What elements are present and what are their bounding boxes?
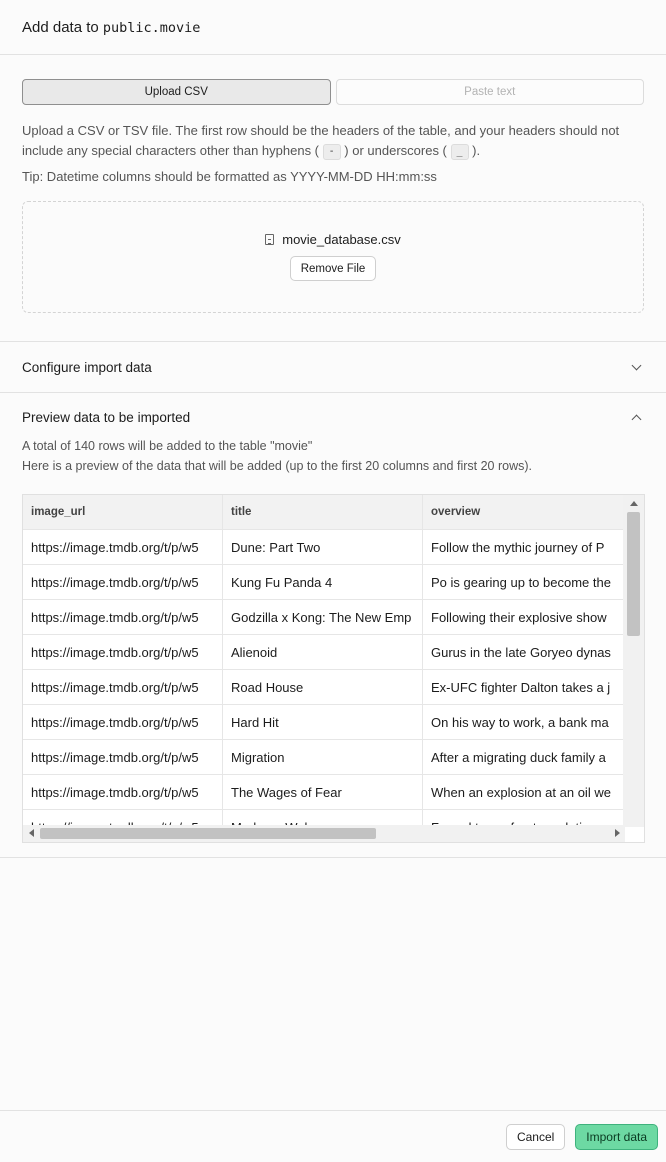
preview-title: Preview data to be imported [22, 410, 191, 425]
remove-file-button[interactable]: Remove File [289, 256, 377, 281]
table-row: https://image.tmdb.org/t/p/w5 Dune: Part… [23, 530, 623, 565]
preview-info: A total of 140 rows will be added to the… [22, 436, 644, 476]
horizontal-scrollbar[interactable] [23, 825, 625, 842]
table-cell: https://image.tmdb.org/t/p/w5 [23, 565, 223, 599]
table-cell: Kung Fu Panda 4 [223, 565, 423, 599]
dialog-footer: Cancel Import data [0, 1110, 666, 1162]
tab-paste-text[interactable]: Paste text [335, 79, 644, 105]
table-row: https://image.tmdb.org/t/p/w5 Migration … [23, 740, 623, 775]
table-row: https://image.tmdb.org/t/p/w5 Hard Hit O… [23, 705, 623, 740]
table-cell: https://image.tmdb.org/t/p/w5 [23, 600, 223, 634]
table-row: https://image.tmdb.org/t/p/w5 Road House… [23, 670, 623, 705]
file-icon [265, 234, 275, 245]
desc-text-3: ). [472, 143, 481, 158]
dialog-title: Add data to public.movie [22, 19, 200, 36]
column-header: title [223, 495, 423, 529]
table-cell: https://image.tmdb.org/t/p/w5 [23, 775, 223, 809]
table-reference: public.movie [102, 19, 201, 36]
upload-section: Upload CSV Paste text Upload a CSV or TS… [0, 55, 666, 342]
table-cell: https://image.tmdb.org/t/p/w5 [23, 530, 223, 564]
dialog-title-prefix: Add data to [22, 18, 99, 36]
table-cell: Ex-UFC fighter Dalton takes a j [431, 679, 611, 695]
table-cell: When an explosion at an oil we [431, 784, 611, 800]
scroll-left-icon[interactable] [29, 829, 34, 837]
file-dropzone[interactable]: movie_database.csv Remove File [22, 201, 644, 313]
preview-section: Preview data to be imported A total of 1… [0, 393, 666, 858]
table-cell: https://image.tmdb.org/t/p/w5 [23, 740, 223, 774]
table-cell: Migration [223, 740, 423, 774]
cancel-button[interactable]: Cancel [505, 1123, 566, 1150]
table-header-row: image_url title overview [23, 495, 623, 530]
table-cell: https://image.tmdb.org/t/p/w5 [23, 705, 223, 739]
table-cell: After a migrating duck family a [431, 749, 606, 765]
table-cell: Po is gearing up to become the [431, 574, 611, 590]
configure-import-title: Configure import data [22, 359, 152, 375]
underscore-code: _ [450, 144, 469, 160]
chevron-up-icon[interactable] [631, 414, 642, 425]
table-cell: The Wages of Fear [223, 775, 423, 809]
tab-upload-csv[interactable]: Upload CSV [22, 79, 331, 105]
desc-text-1: Upload a CSV or TSV file. The first row … [22, 123, 620, 158]
table-cell: Godzilla x Kong: The New Emp [223, 600, 423, 634]
table-row: https://image.tmdb.org/t/p/w5 Alienoid G… [23, 635, 623, 670]
upload-description: Upload a CSV or TSV file. The first row … [22, 121, 644, 161]
table-row: https://image.tmdb.org/t/p/w5 The Wages … [23, 775, 623, 810]
datetime-tip: Tip: Datetime columns should be formatte… [22, 169, 437, 184]
table-row: https://image.tmdb.org/t/p/w5 Kung Fu Pa… [23, 565, 623, 600]
table-cell: On his way to work, a bank ma [431, 714, 609, 730]
configure-import-section[interactable]: Configure import data [0, 342, 666, 393]
table-cell: https://image.tmdb.org/t/p/w5 [23, 635, 223, 669]
import-data-button[interactable]: Import data [575, 1123, 658, 1150]
chevron-down-icon[interactable] [631, 360, 642, 370]
scroll-up-icon[interactable] [630, 501, 638, 506]
selected-file: movie_database.csv [265, 232, 401, 247]
table-cell: Alienoid [223, 635, 423, 669]
hyphen-code: - [322, 144, 341, 160]
vertical-scrollbar[interactable] [623, 495, 644, 827]
table-cell: Follow the mythic journey of P [431, 539, 605, 555]
preview-table-grid: image_url title overview https://image.t… [23, 495, 623, 842]
desc-text-2: ) or underscores ( [344, 143, 447, 158]
vertical-scroll-thumb[interactable] [627, 512, 640, 636]
preview-table: image_url title overview https://image.t… [22, 494, 645, 843]
horizontal-scroll-thumb[interactable] [40, 828, 376, 839]
input-mode-tabs: Upload CSV Paste text [22, 79, 644, 105]
file-name: movie_database.csv [282, 232, 401, 247]
preview-note-text: Here is a preview of the data that will … [22, 459, 532, 473]
table-cell: Hard Hit [223, 705, 423, 739]
column-header: overview [431, 506, 481, 518]
preview-header[interactable]: Preview data to be imported [22, 410, 644, 425]
scroll-right-icon[interactable] [615, 829, 620, 837]
table-cell: Dune: Part Two [223, 530, 423, 564]
table-row: https://image.tmdb.org/t/p/w5 Godzilla x… [23, 600, 623, 635]
column-header: image_url [23, 495, 223, 529]
table-cell: https://image.tmdb.org/t/p/w5 [23, 670, 223, 704]
table-cell: Gurus in the late Goryeo dynas [431, 644, 611, 660]
dialog-header: Add data to public.movie [0, 0, 666, 55]
table-cell: Following their explosive show [431, 609, 607, 625]
table-cell: Road House [223, 670, 423, 704]
row-count-text: A total of 140 rows will be added to the… [22, 439, 313, 453]
